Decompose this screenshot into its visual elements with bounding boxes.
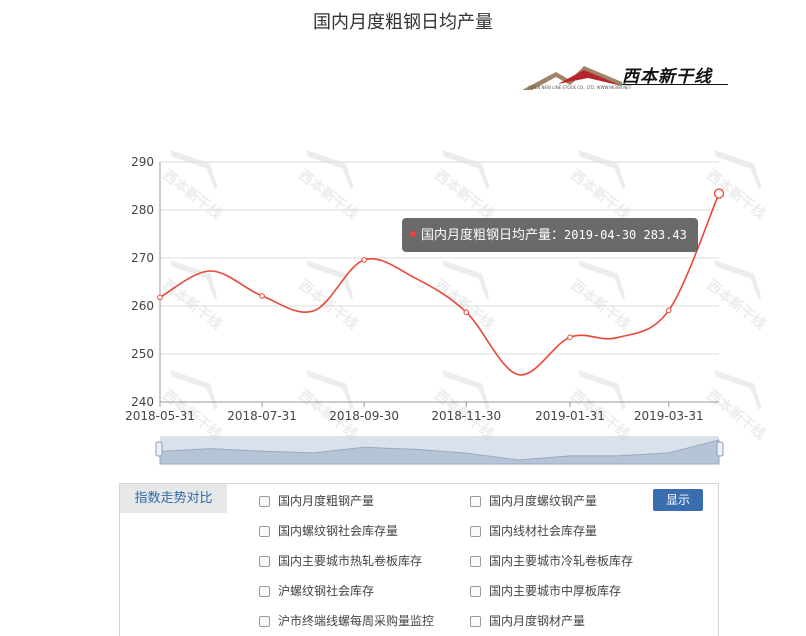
watermark-text: 西本新干线 — [159, 166, 225, 222]
compare-checkbox[interactable] — [470, 496, 481, 507]
watermark: 西本新干线 — [159, 260, 225, 333]
compare-option[interactable]: 国内月度粗钢产量 — [259, 492, 374, 509]
compare-checkbox[interactable] — [470, 556, 481, 567]
tooltip-series-marker — [410, 231, 416, 237]
y-tick-label: 270 — [131, 251, 154, 265]
compare-option-label: 国内月度粗钢产量 — [278, 494, 375, 508]
watermark: 西本新干线 — [431, 370, 497, 443]
compare-option[interactable]: 国内螺纹钢社会库存量 — [259, 522, 398, 539]
compare-option-label: 国内主要城市冷轧卷板库存 — [489, 554, 634, 568]
compare-option-label: 国内主要城市中厚板库存 — [489, 584, 622, 598]
compare-checkbox[interactable] — [470, 616, 481, 627]
watermark: 西本新干线 — [295, 370, 361, 443]
data-point — [463, 309, 470, 316]
compare-option-label: 国内主要城市热轧卷板库存 — [278, 554, 423, 568]
watermark-text: 西本新干线 — [431, 166, 497, 222]
watermark: 西本新干线 — [567, 260, 633, 333]
data-point — [259, 293, 265, 299]
watermark-text: 西本新干线 — [703, 276, 769, 332]
x-tick-label: 2018-05-31 — [125, 409, 195, 423]
compare-option[interactable]: 国内主要城市冷轧卷板库存 — [470, 552, 633, 569]
compare-option-label: 国内月度螺纹钢产量 — [489, 494, 598, 508]
x-tick-label: 2019-03-31 — [634, 409, 704, 423]
data-point — [157, 294, 163, 301]
data-point — [665, 307, 672, 314]
navigator-right-handle[interactable] — [716, 441, 724, 457]
tooltip-series-name: 国内月度粗钢日均产量： — [421, 228, 565, 243]
compare-checkbox[interactable] — [259, 496, 270, 507]
watermark: 西本新干线 — [567, 370, 633, 443]
compare-option[interactable]: 沪市终端线螺每周采购量监控 — [259, 612, 434, 629]
data-point-highlighted — [713, 188, 725, 199]
range-navigator[interactable] — [155, 436, 724, 465]
y-tick-label: 290 — [131, 155, 154, 169]
compare-option-label: 沪螺纹钢社会库存 — [278, 584, 375, 598]
watermark-text: 西本新干线 — [567, 276, 633, 332]
watermark-layer: 西本新干线 西本新干线 西本新干线 西本新干线 西本新干线西本新干线 西本新干线 西本新干线… — [159, 150, 769, 443]
watermark-text: 西本新干线 — [295, 166, 361, 222]
watermark: 西本新干线 — [703, 260, 769, 333]
compare-checkbox[interactable] — [259, 586, 270, 597]
watermark-text: 西本新干线 — [295, 276, 361, 332]
watermark: 西本新干线 — [703, 370, 769, 443]
compare-panel-label: 指数走势对比 — [120, 484, 227, 513]
watermark-text: 西本新干线 — [159, 276, 225, 332]
compare-option-label: 国内螺纹钢社会库存量 — [278, 524, 399, 538]
watermark-text: 西本新干线 — [431, 276, 497, 332]
watermark-text: 西本新干线 — [567, 166, 633, 222]
y-tick-label: 280 — [131, 203, 154, 217]
compare-option[interactable]: 沪螺纹钢社会库存 — [259, 582, 374, 599]
compare-panel: 指数走势对比 显示 国内月度粗钢产量 国内月度螺纹钢产量国内螺纹钢社会库存量 国内线… — [119, 483, 719, 636]
compare-option[interactable]: 国内主要城市热轧卷板库存 — [259, 552, 422, 569]
navigator-left-handle[interactable] — [155, 441, 163, 457]
compare-checkbox[interactable] — [259, 526, 270, 537]
compare-option[interactable]: 国内月度螺纹钢产量 — [470, 492, 597, 509]
compare-checkbox[interactable] — [470, 586, 481, 597]
x-tick-label: 2019-01-31 — [535, 409, 605, 423]
compare-option[interactable]: 国内主要城市中厚板库存 — [470, 582, 621, 599]
y-tick-label: 250 — [131, 347, 154, 361]
data-point — [361, 257, 367, 263]
compare-checkbox[interactable] — [259, 616, 270, 627]
x-tick-label: 2018-11-30 — [431, 409, 501, 423]
compare-option[interactable]: 国内线材社会库存量 — [470, 522, 597, 539]
compare-checkbox[interactable] — [470, 526, 481, 537]
x-tick-label: 2018-07-31 — [227, 409, 297, 423]
watermark: 西本新干线 — [159, 370, 225, 443]
data-point — [567, 334, 573, 341]
watermark-text: 西本新干线 — [703, 166, 769, 222]
x-tick-label: 2018-09-30 — [329, 409, 399, 423]
y-tick-label: 260 — [131, 299, 154, 313]
compare-option-label: 国内线材社会库存量 — [489, 524, 598, 538]
compare-option[interactable]: 国内月度钢材产量 — [470, 612, 585, 629]
compare-option-label: 国内月度钢材产量 — [489, 614, 586, 628]
compare-checkbox[interactable] — [259, 556, 270, 567]
tooltip: 国内月度粗钢日均产量：2019-04-30 283.43 — [402, 218, 698, 252]
tooltip-value: 2019-04-30 283.43 — [564, 228, 687, 242]
show-button[interactable]: 显示 — [653, 489, 703, 511]
y-tick-label: 240 — [131, 395, 154, 409]
compare-option-label: 沪市终端线螺每周采购量监控 — [278, 614, 435, 628]
watermark-text: 西本新干线 — [703, 386, 769, 442]
